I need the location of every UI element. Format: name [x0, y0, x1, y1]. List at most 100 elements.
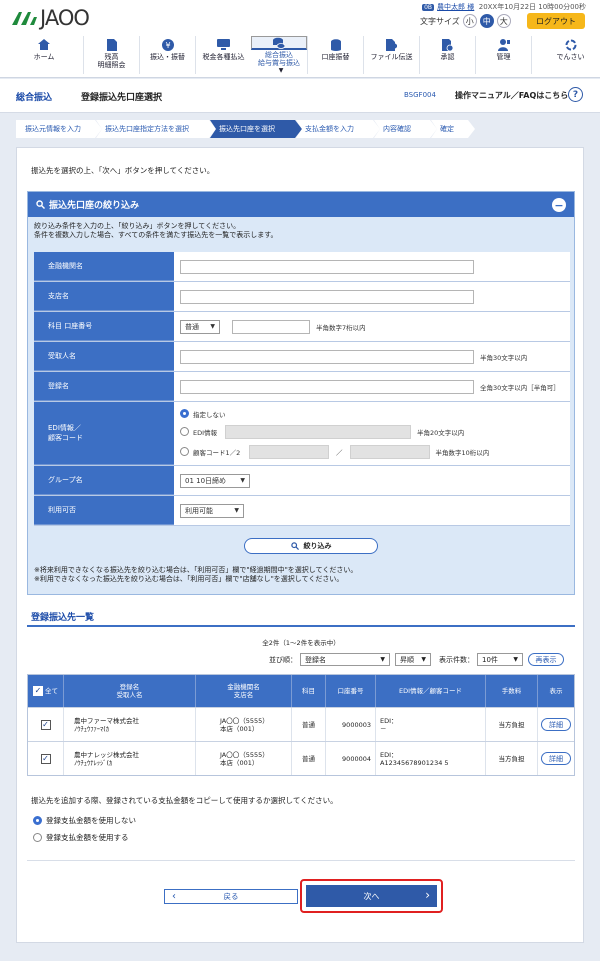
select-all-cell[interactable]: ✓ 全て — [28, 675, 64, 707]
font-size-small-button[interactable]: 小 — [462, 14, 477, 28]
back-button[interactable]: ‹ 戻る — [164, 889, 298, 904]
nav-approval[interactable]: 承認 — [419, 36, 475, 74]
global-nav: ホーム 残高 明細照会 ¥ 振込・振替 税金各種払込 総合振込 給与賞与振込 口… — [5, 36, 600, 74]
account-number-input[interactable] — [232, 319, 310, 334]
label-branch: 支店名 — [34, 282, 174, 311]
nav-account-transfer[interactable]: 口座振替 — [307, 36, 363, 74]
nav-tax[interactable]: 税金各種払込 — [195, 36, 251, 74]
step-5: 内容確認 — [374, 120, 437, 138]
col-name: 登録名 受取人名 — [64, 675, 196, 707]
per-page-label: 表示件数： — [439, 655, 474, 664]
availability-select[interactable]: 利用可能 — [180, 503, 244, 518]
nav-admin[interactable]: 管理 — [475, 36, 531, 74]
group-select[interactable]: 01 10日締め — [180, 473, 250, 488]
payee-kana: ﾉｳﾁｭｳﾅﾚｯｼﾞ(ｶ — [74, 758, 113, 767]
label-bank: 金融機関名 — [34, 252, 174, 281]
sort-select[interactable]: 登録名 — [300, 653, 390, 666]
nav-densai[interactable]: でんさい — [531, 36, 600, 74]
collapse-icon[interactable]: − — [552, 198, 566, 212]
account-type: 普通 — [292, 708, 326, 741]
font-size-medium-button[interactable]: 中 — [479, 14, 494, 28]
label-reg: 登録名 — [34, 372, 174, 401]
nav-file-transfer[interactable]: ファイル伝送 — [363, 36, 419, 74]
page-subheader: 総合振込 登録振込先口座選択 BSGF004 操作マニュアル／FAQはこちら ? — [0, 79, 600, 113]
radio[interactable] — [180, 427, 189, 436]
chevron-left-icon: ‹ — [172, 891, 176, 902]
col-account: 口座番号 — [326, 675, 376, 707]
row-check-cell[interactable]: ✓ — [28, 708, 64, 741]
ja-logo[interactable]: JAOO — [10, 6, 90, 30]
radio[interactable] — [33, 833, 42, 842]
filter-search-button[interactable]: 絞り込み — [244, 538, 378, 554]
help-question-icon[interactable]: ? — [568, 87, 583, 102]
customer-code-1-input — [249, 444, 329, 459]
copy-option-no[interactable]: 登録支払金額を使用しない — [33, 815, 136, 826]
nav-transfer[interactable]: ¥ 振込・振替 — [139, 36, 195, 74]
font-size-large-button[interactable]: 大 — [496, 14, 511, 28]
divider — [27, 625, 575, 627]
account-number: 9000004 — [326, 742, 376, 775]
per-page-select[interactable]: 10件 — [477, 653, 523, 666]
redisplay-button[interactable]: 再表示 — [528, 653, 564, 666]
edi-option-label: 指定しない — [193, 410, 226, 419]
edi-option-edi[interactable]: EDI情報 半角20文字以内 — [180, 424, 464, 439]
payee-name: 農中ファーマ株式会社 — [74, 716, 139, 725]
edi-option-customer-code[interactable]: 顧客コード1／2 ／ 半角数字10桁以内 — [180, 444, 489, 459]
bank-name-input[interactable] — [180, 259, 474, 274]
edi-option-none[interactable]: 指定しない — [180, 409, 226, 419]
nav-label: 管理 — [496, 53, 511, 61]
search-icon — [290, 542, 299, 550]
hint-account: 半角数字7桁以内 — [316, 323, 366, 332]
row-checkbox[interactable]: ✓ — [40, 753, 51, 764]
document-icon — [105, 38, 118, 51]
filter-row-edi: EDI情報／ 顧客コード 指定しない EDI情報 半角20文字以内 顧客コード1／… — [34, 402, 570, 466]
nav-home[interactable]: ホーム — [5, 36, 83, 74]
instruction-text: 振込先を選択の上、「次へ」ボタンを押してください。 — [31, 166, 215, 175]
nav-bulk-transfer[interactable]: 総合振込 給与賞与振込 — [251, 36, 307, 67]
user-badge: 0B — [422, 4, 435, 11]
row-checkbox[interactable]: ✓ — [40, 719, 51, 730]
registered-name-input[interactable] — [180, 379, 474, 394]
ja-logo-mark-icon — [12, 12, 37, 25]
detail-button[interactable]: 詳細 — [541, 752, 571, 765]
sort-controls: 並び順： 登録名 昇順 表示件数： 10件 再表示 — [269, 653, 564, 666]
step-1: 振込元情報を入力 — [16, 120, 102, 138]
monitor-icon — [217, 39, 230, 50]
hint-reg: 全角30文字以内［半角可］ — [480, 383, 560, 392]
user-name-link[interactable]: 農中太郎 様 — [437, 3, 474, 11]
detail-button[interactable]: 詳細 — [541, 718, 571, 731]
next-button[interactable]: 次へ › — [306, 885, 437, 907]
logout-button[interactable]: ログアウト — [527, 13, 585, 29]
row-check-cell[interactable]: ✓ — [28, 742, 64, 775]
screen-code: BSGF004 — [404, 91, 436, 99]
label-account: 科目 口座番号 — [34, 312, 174, 341]
step-6: 確定 — [431, 120, 475, 138]
branch-name-input[interactable] — [180, 289, 474, 304]
order-select[interactable]: 昇順 — [395, 653, 431, 666]
copy-option-yes[interactable]: 登録支払金額を使用する — [33, 832, 129, 843]
yen-icon: ¥ — [161, 38, 174, 51]
table-row: ✓ 農中ナレッジ株式会社 ﾉｳﾁｭｳﾅﾚｯｼﾞ(ｶ JA〇〇（5555） 本店（00… — [28, 741, 574, 775]
filter-row-avail: 利用可否 利用可能 — [34, 496, 570, 526]
label-edi: EDI情報／ 顧客コード — [34, 402, 174, 465]
radio[interactable] — [180, 447, 189, 456]
col-bank: 金融機関名 支店名 — [196, 675, 292, 707]
account-type-select[interactable]: 普通 — [180, 319, 220, 334]
approval-icon — [441, 38, 454, 51]
filter-panel-header[interactable]: 振込先口座の絞り込み − — [28, 192, 574, 217]
filter-row-payee: 受取人名 半角30文字以内 — [34, 342, 570, 372]
back-label: 戻る — [223, 892, 239, 901]
radio-selected[interactable] — [33, 816, 42, 825]
note-line: ※将来利用できなくなる振込先を絞り込む場合は、「利用可否」欄で"経過期間中"を選… — [34, 566, 358, 574]
edi-value: － — [380, 724, 387, 733]
nav-balance[interactable]: 残高 明細照会 — [83, 36, 139, 74]
help-link[interactable]: 操作マニュアル／FAQはこちら — [455, 90, 568, 101]
col-type: 科目 — [292, 675, 326, 707]
edi-option-label: EDI情報 — [193, 428, 218, 437]
list-title: 登録振込先一覧 — [31, 613, 95, 623]
radio-selected[interactable] — [180, 409, 189, 418]
edi-value: A12345678901234 5 — [380, 758, 449, 767]
user-meta: 0B 農中太郎 様 20XX年10月22日 10時00分00秒 — [422, 2, 586, 12]
select-all-checkbox[interactable]: ✓ — [33, 686, 43, 696]
payee-name-input[interactable] — [180, 349, 474, 364]
